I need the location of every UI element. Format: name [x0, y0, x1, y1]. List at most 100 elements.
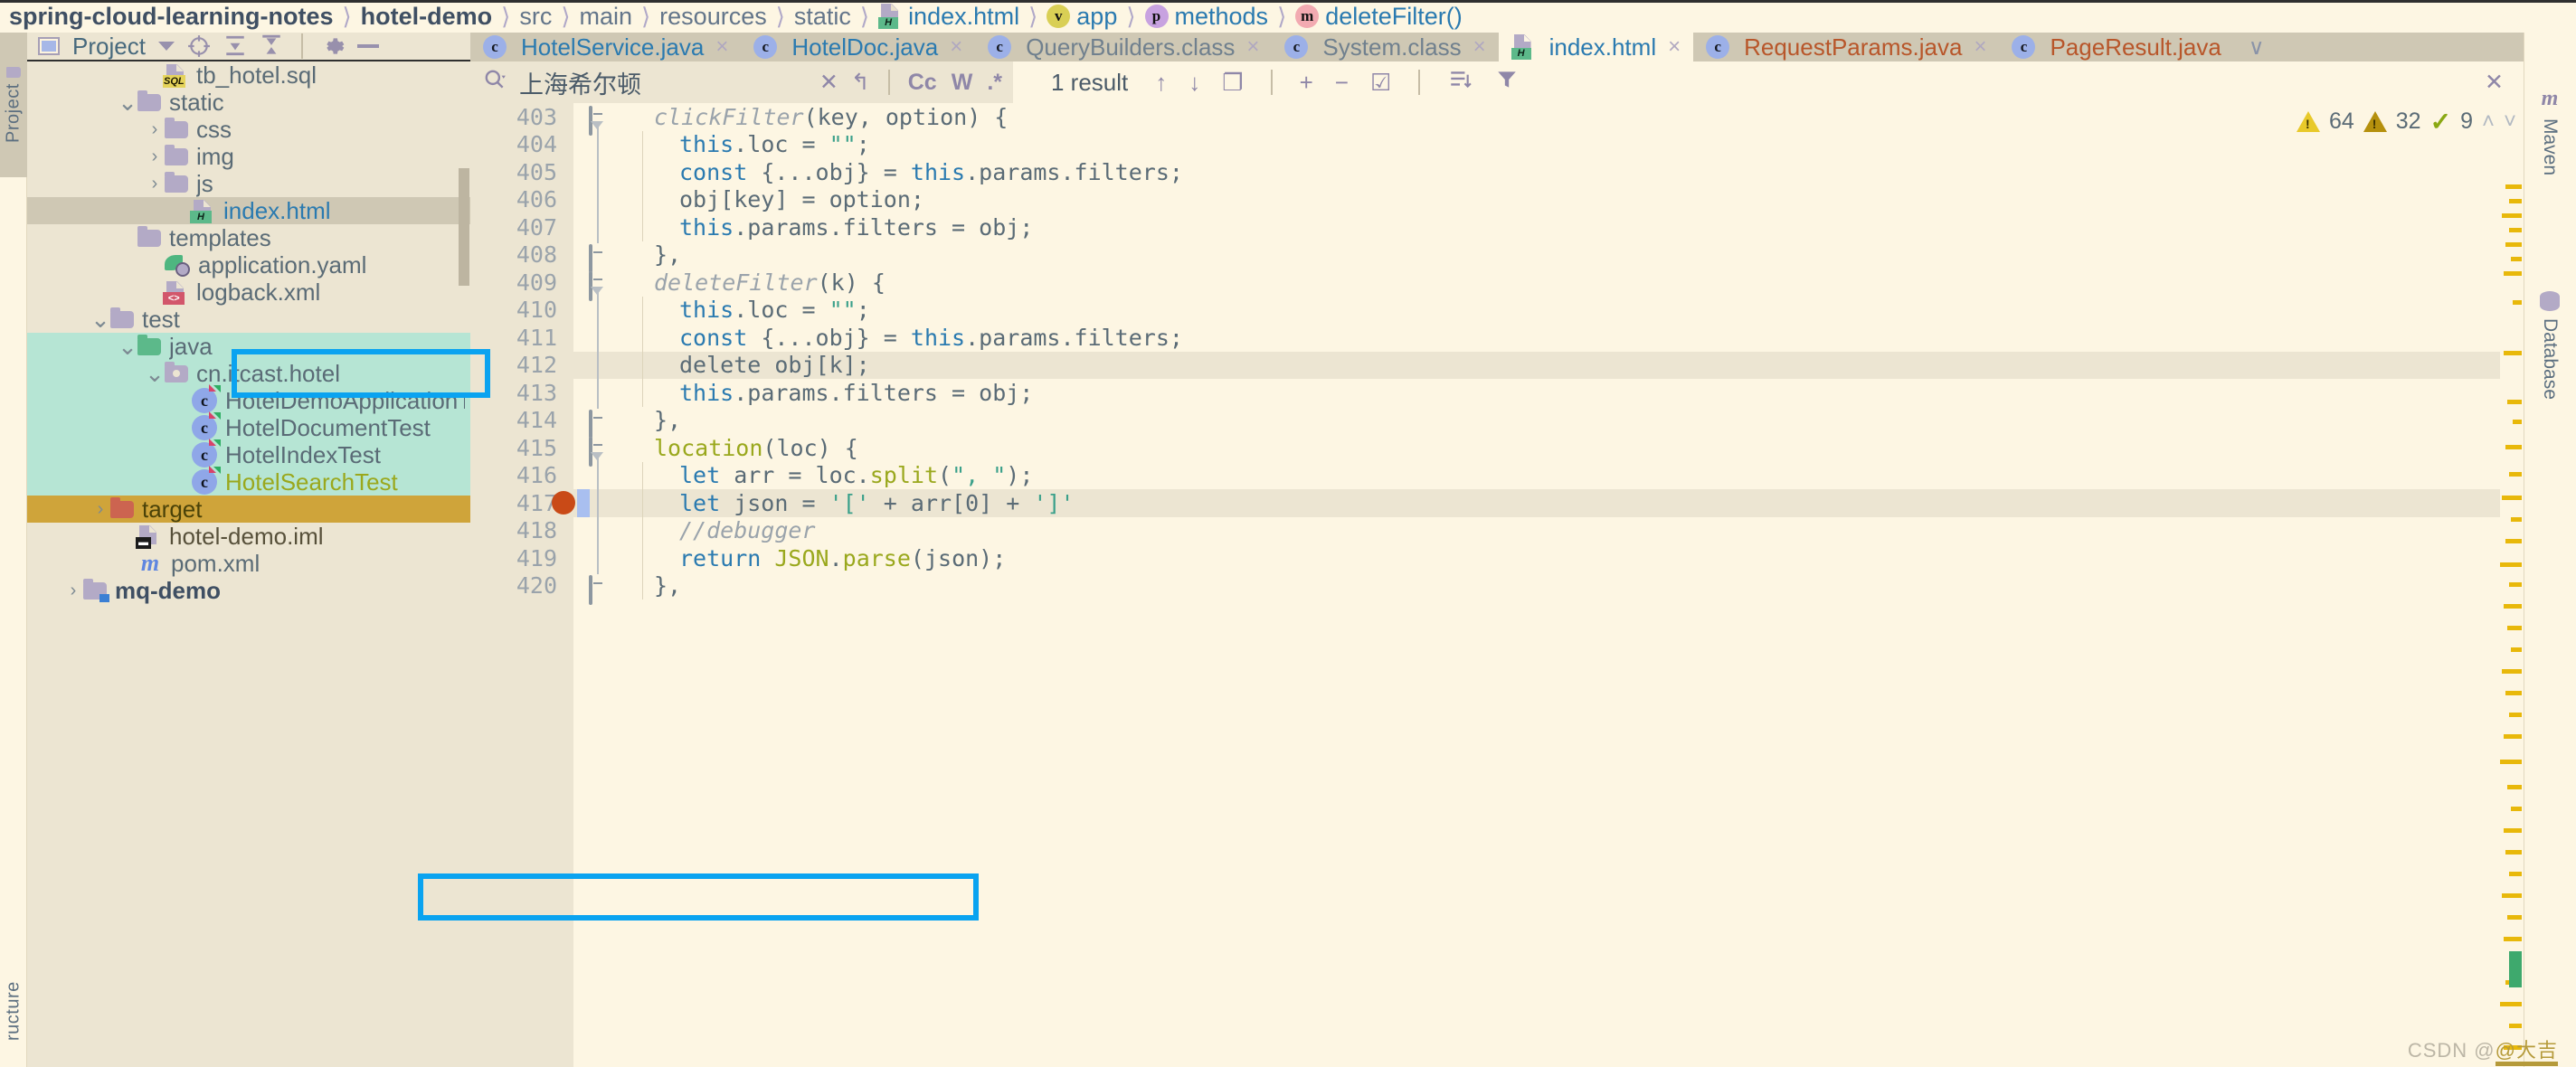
inspection-widget[interactable]: 64 32 ✓ 9 ˄ ˅ — [2296, 107, 2516, 137]
code-editor[interactable]: 403 clickFilter(key, option) {404 this.loc… — [470, 103, 2524, 1067]
breadcrumb-item-static[interactable]: static — [794, 3, 851, 31]
tab-HotelDoc-java[interactable]: c HotelDoc.java × — [741, 33, 976, 61]
error-stripe-mark[interactable] — [2507, 400, 2522, 404]
chevron-right-icon[interactable]: › — [145, 174, 165, 194]
expand-all-icon[interactable] — [223, 34, 247, 58]
error-stripe-mark[interactable] — [2509, 228, 2522, 232]
inspection-prev-icon[interactable]: ˄ — [2482, 109, 2495, 135]
tree-item-target[interactable]: › target — [27, 496, 470, 523]
error-stripe-mark[interactable] — [2509, 713, 2522, 717]
error-stripe-mark[interactable] — [2509, 472, 2522, 477]
error-stripe-mark[interactable] — [2505, 184, 2522, 189]
tree-item-static[interactable]: ⌄ static — [27, 89, 470, 116]
chevron-right-icon[interactable]: › — [145, 146, 165, 167]
locate-icon[interactable] — [187, 34, 211, 58]
tree-item-tb-hotel-sql[interactable]: SQL tb_hotel.sql — [27, 61, 470, 89]
clear-search-icon[interactable]: ✕ — [819, 69, 838, 96]
error-stripe-mark[interactable] — [2513, 420, 2522, 424]
error-stripe-mark[interactable] — [2509, 582, 2522, 587]
tab-RequestParams-java[interactable]: c RequestParams.java × — [1693, 33, 2000, 61]
tree-item-mq-demo[interactable]: › mq-demo — [27, 577, 470, 604]
breadcrumb-item-file[interactable]: H index.html — [878, 3, 1019, 31]
filter-list-icon[interactable] — [1447, 68, 1473, 98]
whole-words-toggle[interactable]: W — [952, 70, 973, 96]
error-stripe-mark[interactable] — [2507, 785, 2522, 789]
error-stripe-mark[interactable] — [2505, 539, 2522, 543]
error-stripe[interactable] — [2500, 174, 2524, 1067]
close-icon[interactable]: × — [715, 34, 728, 60]
regex-toggle[interactable]: .* — [987, 70, 1002, 96]
code-line-403[interactable]: 403 clickFilter(key, option) { — [470, 103, 2524, 137]
code-line-409[interactable]: 409 deleteFilter(k) { — [470, 269, 2524, 302]
code-line-411[interactable]: 411 const {...obj} = this.params.filters; — [470, 324, 2524, 352]
tree-item-hotelsearchtest[interactable]: c HotelSearchTest — [27, 466, 470, 496]
error-stripe-mark[interactable] — [2500, 760, 2522, 764]
close-icon[interactable]: × — [1246, 34, 1259, 60]
error-stripe-mark[interactable] — [2504, 604, 2522, 609]
gear-icon[interactable] — [321, 34, 345, 58]
breadcrumb-item-project[interactable]: spring-cloud-learning-notes — [9, 3, 334, 31]
error-stripe-mark[interactable] — [2500, 1002, 2522, 1006]
fold-toggle-icon[interactable] — [589, 243, 607, 274]
sidebar-item-maven[interactable]: m Maven — [2524, 36, 2576, 226]
find-previous-button[interactable]: ↑ — [1155, 69, 1167, 97]
fold-toggle-icon[interactable] — [589, 574, 607, 605]
tab-System-class[interactable]: c System.class × — [1272, 33, 1499, 61]
tree-item-java[interactable]: ⌄ java — [27, 333, 470, 360]
breadcrumb-item-app[interactable]: v app — [1046, 3, 1117, 31]
error-stripe-mark[interactable] — [2511, 257, 2522, 261]
error-stripe-mark[interactable] — [2505, 850, 2522, 855]
chevron-down-icon[interactable]: ⌄ — [118, 89, 137, 117]
breadcrumb-item-src[interactable]: src — [519, 3, 552, 31]
error-stripe-mark[interactable] — [2509, 872, 2522, 876]
close-icon[interactable]: × — [1668, 34, 1681, 60]
breadcrumb-item-methods[interactable]: p methods — [1144, 3, 1268, 31]
match-case-toggle[interactable]: Cc — [908, 70, 937, 96]
error-stripe-mark[interactable] — [2513, 300, 2522, 305]
select-occurrences-button[interactable]: ☑ — [1370, 69, 1391, 97]
fold-toggle-icon[interactable] — [589, 409, 607, 439]
tab-HotelService-java[interactable]: c HotelService.java × — [470, 33, 742, 61]
tree-item-index-html[interactable]: Hindex.html — [27, 197, 470, 224]
tree-item-js[interactable]: › js — [27, 170, 470, 197]
project-tree-scrollbar[interactable] — [459, 168, 469, 286]
tree-item-hoteldocumenttest[interactable]: c HotelDocumentTest — [27, 411, 470, 441]
code-line-407[interactable]: 407 this.params.filters = obj; — [470, 213, 2524, 241]
error-stripe-mark[interactable] — [2500, 562, 2522, 567]
error-stripe-mark[interactable] — [2511, 517, 2522, 522]
chevron-down-icon[interactable]: ⌄ — [118, 333, 137, 361]
code-line-406[interactable]: 406 obj[key] = option; — [470, 186, 2524, 214]
error-stripe-mark[interactable] — [2509, 199, 2522, 203]
add-occurrence-button[interactable]: + — [1300, 69, 1313, 97]
code-line-408[interactable]: 408}, — [470, 241, 2524, 274]
error-stripe-mark[interactable] — [2505, 691, 2522, 695]
close-icon[interactable]: × — [1974, 34, 1986, 60]
error-stripe-mark[interactable] — [2509, 951, 2522, 987]
error-stripe-mark[interactable] — [2511, 807, 2522, 811]
intention-bulb-icon[interactable] — [582, 354, 602, 377]
chevron-right-icon[interactable]: › — [90, 499, 110, 520]
tree-item-application-yaml[interactable]: application.yaml — [27, 251, 470, 279]
code-line-415[interactable]: 415 location(loc) { — [470, 434, 2524, 467]
error-stripe-mark[interactable] — [2502, 213, 2522, 218]
tree-item-hotel-demo-iml[interactable]: ▬ hotel-demo.iml — [27, 523, 470, 550]
code-lines[interactable]: 403 clickFilter(key, option) {404 this.loc… — [470, 103, 2524, 605]
chevron-right-icon[interactable]: › — [63, 581, 83, 601]
error-stripe-mark[interactable] — [2505, 445, 2522, 449]
breadcrumb-item-module[interactable]: hotel-demo — [361, 3, 493, 31]
sidebar-item-database[interactable]: Database — [2524, 237, 2576, 454]
code-line-419[interactable]: 419 return JSON.parse(json); — [470, 544, 2524, 572]
code-line-414[interactable]: 414}, — [470, 407, 2524, 439]
tree-item-hotelindextest[interactable]: c HotelIndexTest — [27, 439, 470, 468]
error-stripe-mark[interactable] — [2504, 734, 2522, 739]
error-stripe-mark[interactable] — [2509, 1024, 2522, 1028]
code-line-420[interactable]: 420}, — [470, 572, 2524, 605]
chevron-down-icon[interactable]: ⌄ — [90, 306, 110, 334]
filter-icon[interactable] — [1494, 68, 1520, 98]
breakpoint-icon[interactable] — [552, 491, 575, 515]
remove-occurrence-button[interactable]: − — [1335, 69, 1349, 97]
error-stripe-mark[interactable] — [2502, 669, 2522, 674]
tab-index-html[interactable]: H index.html × — [1498, 33, 1694, 61]
error-stripe-mark[interactable] — [2504, 271, 2522, 276]
close-find-bar-icon[interactable]: ✕ — [2485, 69, 2504, 96]
